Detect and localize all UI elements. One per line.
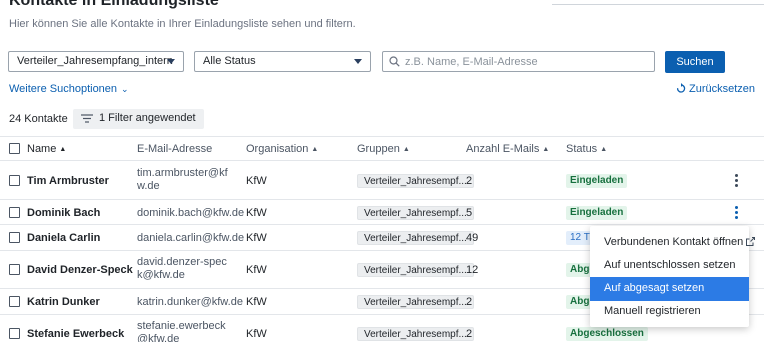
contact-organisation: KfW [246,296,267,308]
search-input[interactable] [405,54,645,69]
status-badge: Abgeschlossen [566,327,648,341]
row-checkbox[interactable] [9,232,20,243]
contact-email: daniela.carlin@kfw.de [137,232,245,244]
select-all-checkbox[interactable] [9,143,20,154]
mail-count: 2 [466,296,473,308]
filter-chip-label: 1 Filter angewendet [99,112,196,124]
group-tag: Verteiler_Jahresempf... [357,327,474,341]
column-header-organisation-label: Organisation [246,143,309,155]
caret-down-icon [354,59,362,64]
divider [0,224,764,225]
contact-organisation: KfW [246,175,267,187]
contact-organisation: KfW [246,264,267,276]
status-badge: Eingeladen [566,206,628,220]
chevron-down-icon: ⌄ [121,84,129,94]
contact-name[interactable]: Daniela Carlin [27,232,100,244]
status-badge: Eingeladen [566,174,628,188]
mail-count: 49 [466,232,479,244]
sort-up-icon: ▲ [59,146,67,153]
reset-icon [676,83,686,93]
column-header-mail-count[interactable]: Anzahl E-Mails ▲ [466,143,549,155]
group-tag: Verteiler_Jahresempf... [357,263,474,277]
mail-count: 5 [466,207,473,219]
divider [0,199,764,200]
divider [552,4,764,5]
row-actions-menu: Verbundenen Kontakt öffnen Auf unentschl… [590,226,756,327]
page-title: Kontakte in Einladungsliste [9,0,219,9]
column-header-email-label: E-Mail-Adresse [137,143,213,155]
contact-name[interactable]: Tim Armbruster [27,175,109,187]
group-tag: Verteiler_Jahresempf... [357,174,474,188]
column-header-groups-label: Gruppen [357,143,400,155]
active-filter-chip[interactable]: 1 Filter angewendet [73,109,204,129]
menu-item-set-undecided[interactable]: Auf unentschlossen setzen [590,254,749,278]
menu-item-label: Manuell registrieren [604,305,701,317]
mail-count: 12 [466,264,479,276]
row-actions-icon[interactable] [731,174,741,188]
sort-up-icon: ▲ [600,146,608,153]
list-select[interactable]: Verteiler_Jahresempfang_intern [8,51,184,72]
search-field[interactable] [382,51,655,72]
contact-name[interactable]: David Denzer-Speck [27,264,133,276]
search-button[interactable]: Suchen [665,51,725,73]
column-header-mail-count-label: Anzahl E-Mails [466,143,540,155]
row-checkbox[interactable] [9,328,20,339]
status-select-value: Alle Status [203,55,256,67]
row-checkbox[interactable] [9,264,20,275]
reset-link[interactable]: Zurücksetzen [676,83,755,95]
menu-item-label: Auf abgesagt setzen [604,282,705,294]
contact-name[interactable]: Katrin Dunker [27,296,100,308]
contact-organisation: KfW [246,328,267,340]
reset-label: Zurücksetzen [689,83,756,95]
column-header-email: E-Mail-Adresse [137,143,212,155]
row-checkbox[interactable] [9,175,20,186]
column-header-name[interactable]: Name ▲ [27,143,66,155]
more-search-options-link[interactable]: Weitere Suchoptionen ⌄ [9,83,129,95]
column-header-groups[interactable]: Gruppen ▲ [357,143,410,155]
row-checkbox[interactable] [9,296,20,307]
menu-item-label: Verbundenen Kontakt öffnen [604,236,744,248]
contact-email: david.denzer-speck@kfw.de [137,256,227,281]
search-icon [389,56,400,67]
row-checkbox[interactable] [9,207,20,218]
filter-icon [81,114,93,123]
group-tag: Verteiler_Jahresempf... [357,295,474,309]
group-tag: Verteiler_Jahresempf... [357,206,474,220]
menu-item-set-declined[interactable]: Auf abgesagt setzen [590,277,749,301]
contact-name[interactable]: Stefanie Ewerbeck [27,328,124,340]
more-search-options-label: Weitere Suchoptionen [9,83,118,95]
menu-item-label: Auf unentschlossen setzen [604,259,736,271]
divider [0,160,764,161]
sort-up-icon: ▲ [402,146,410,153]
column-header-name-label: Name [27,143,57,155]
contact-organisation: KfW [246,207,267,219]
status-select[interactable]: Alle Status [194,51,371,72]
mail-count: 2 [466,175,473,187]
contact-email: dominik.bach@kfw.de [137,207,245,219]
list-select-value: Verteiler_Jahresempfang_intern [17,55,173,67]
column-header-status[interactable]: Status ▲ [566,143,607,155]
group-tag: Verteiler_Jahresempf... [357,231,474,245]
menu-item-open-linked-contact[interactable]: Verbundenen Kontakt öffnen [590,231,756,255]
contact-email: tim.armbruster@kfw.de [137,167,228,192]
caret-down-icon [167,59,175,64]
contact-email: stefanie.ewerbeck@kfw.de [137,320,226,342]
menu-item-register-manually[interactable]: Manuell registrieren [590,300,749,324]
sort-up-icon: ▲ [311,146,319,153]
contact-email: katrin.dunker@kfw.de [137,296,243,308]
sort-up-icon: ▲ [542,146,550,153]
contact-organisation: KfW [246,232,267,244]
row-actions-icon[interactable] [731,206,741,220]
contact-name[interactable]: Dominik Bach [27,207,100,219]
column-header-organisation[interactable]: Organisation ▲ [246,143,318,155]
column-header-status-label: Status [566,143,598,155]
mail-count: 2 [466,328,473,340]
page-subtitle: Hier können Sie alle Kontakte in Ihrer E… [9,18,356,30]
divider [0,136,764,137]
contact-count: 24 Kontakte [9,113,68,125]
external-link-icon [746,237,756,246]
